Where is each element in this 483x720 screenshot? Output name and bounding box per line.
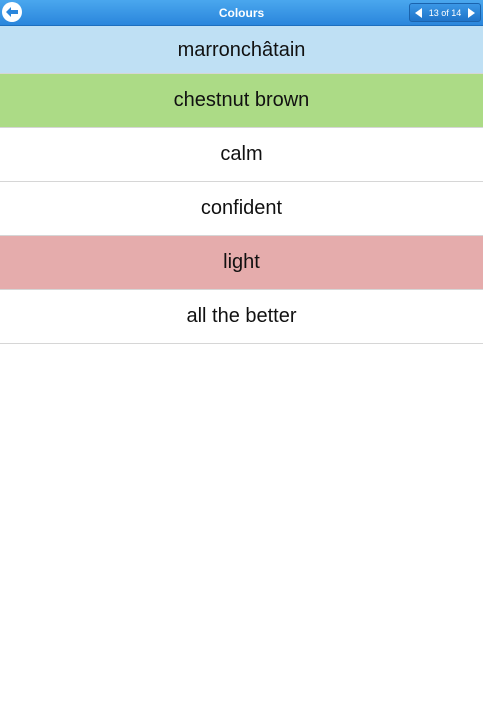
answer-option[interactable]: calm: [0, 128, 483, 182]
answer-option-wrong[interactable]: light: [0, 236, 483, 290]
answer-option-correct[interactable]: chestnut brown: [0, 74, 483, 128]
pager: 13 of 14: [409, 3, 481, 22]
quiz-list: marronchâtain chestnut brown calm confid…: [0, 26, 483, 344]
back-arrow-icon: [5, 6, 19, 18]
answer-option[interactable]: confident: [0, 182, 483, 236]
question-word: marronchâtain: [0, 26, 483, 74]
back-button[interactable]: [2, 2, 22, 22]
top-bar: Colours 13 of 14: [0, 0, 483, 26]
answer-option[interactable]: all the better: [0, 290, 483, 344]
triangle-left-icon[interactable]: [414, 7, 424, 19]
triangle-right-icon[interactable]: [466, 7, 476, 19]
pager-count: 13 of 14: [428, 7, 462, 18]
app-screen: Colours 13 of 14 marronchâtain chestnut …: [0, 0, 483, 720]
